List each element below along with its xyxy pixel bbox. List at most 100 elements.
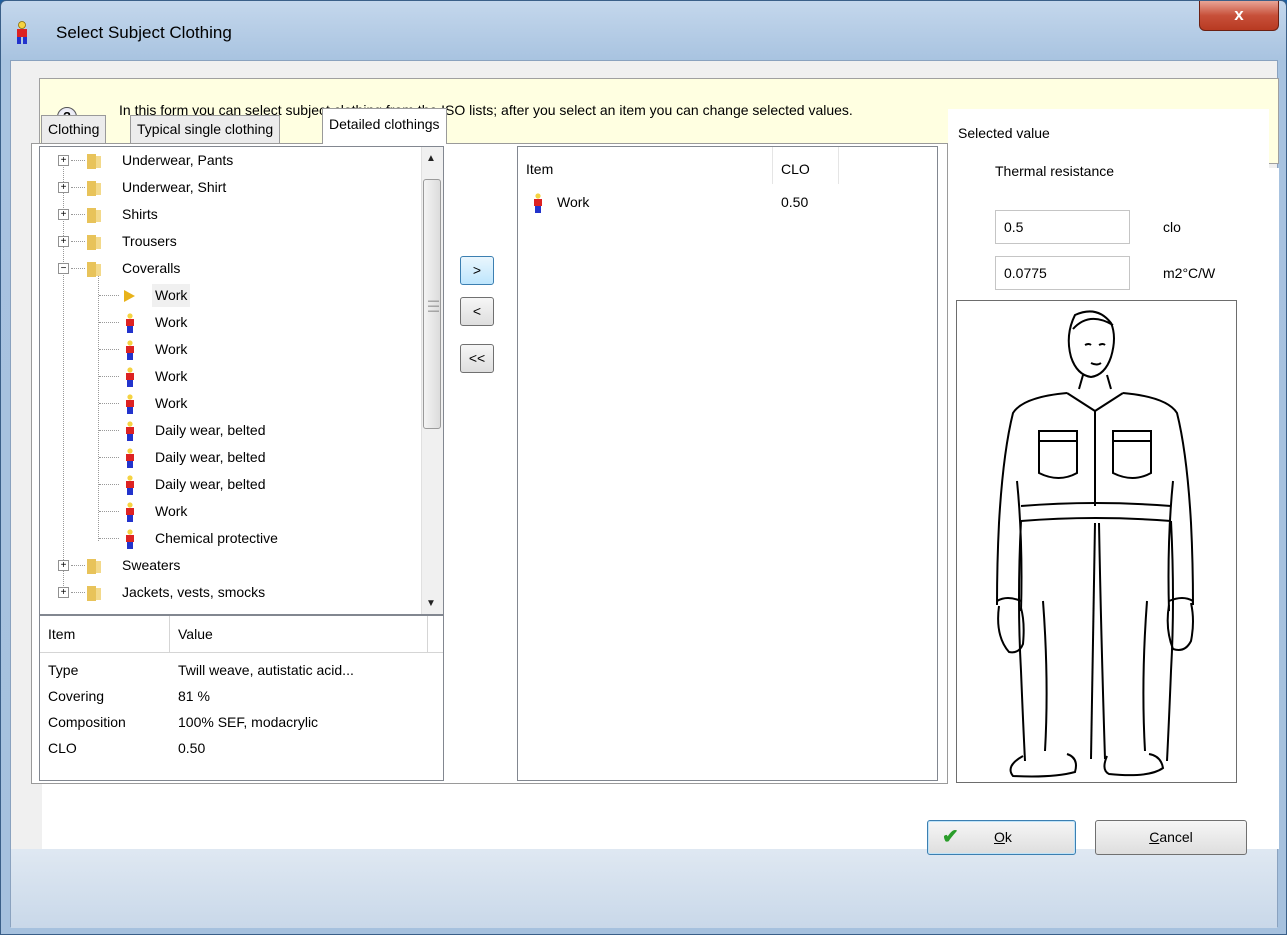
person-icon [126,340,134,360]
tree-item-work[interactable]: Work [40,336,420,363]
column-header-item[interactable]: Item [518,147,773,184]
details-grid: Item Value Type Twill weave, autistatic … [39,615,444,781]
selected-items-list[interactable]: Item CLO Work 0.50 [517,146,938,781]
person-icon [126,502,134,522]
add-item-button[interactable]: > [460,256,494,285]
person-icon [126,448,134,468]
tree-item-label: Daily wear, belted [155,449,266,465]
details-grid-header: Item Value [40,616,443,653]
list-cell-item: Work [557,194,590,210]
si-unit-label: m2°C/W [1163,265,1216,281]
tab-detailed-clothings[interactable]: Detailed clothings [322,108,447,144]
folder-icon [87,586,101,601]
checkmark-icon: ✔ [942,826,959,848]
expand-icon[interactable]: + [58,155,69,166]
person-icon [534,193,542,213]
tree-item-label: Shirts [122,206,158,222]
close-button[interactable]: x [1199,1,1279,31]
tree-item-label: Work [155,341,188,357]
remove-all-button[interactable]: << [460,344,494,373]
tree-item-coveralls[interactable]: − Coveralls [40,255,420,282]
tab-typical-single-clothing[interactable]: Typical single clothing [130,115,281,143]
tree-item-label: Underwear, Shirt [122,179,227,195]
window-title: Select Subject Clothing [56,23,232,42]
collapse-icon[interactable]: − [58,263,69,274]
tree-item-daily-wear-belted[interactable]: Daily wear, belted [40,444,420,471]
remove-item-button[interactable]: < [460,297,494,326]
person-icon [126,421,134,441]
column-header-value[interactable]: Value [170,616,428,653]
tree-item-work[interactable]: Work [40,363,420,390]
tree-item-jackets-vests-smocks[interactable]: + Jackets, vests, smocks [40,579,420,606]
tree-item-trousers[interactable]: + Trousers [40,228,420,255]
scroll-up-icon[interactable]: ▲ [426,153,436,164]
open-folder-icon [87,262,101,277]
ok-label: k [1004,829,1012,845]
clothing-picture [956,300,1237,783]
person-icon [126,475,134,495]
expand-icon[interactable]: + [58,182,69,193]
detail-value: Twill weave, autistatic acid... [178,662,354,678]
detail-key: Type [48,662,79,678]
tree-item-underwear-shirt[interactable]: + Underwear, Shirt [40,174,420,201]
list-row[interactable]: Work 0.50 [518,189,937,215]
cancel-button[interactable]: Cancel [1095,820,1247,855]
detail-key: Composition [48,714,126,730]
list-cell-clo: 0.50 [781,194,809,210]
tree-item-work-selected[interactable]: Work [40,282,420,309]
selected-arrow-icon [124,290,135,302]
tree-item-label: Work [152,284,191,307]
tree-item-label: Chemical protective [155,530,278,546]
tab-clothing[interactable]: Clothing [41,115,107,143]
expand-icon[interactable]: + [58,236,69,247]
tree-item-work[interactable]: Work [40,309,420,336]
detail-value: 100% SEF, modacrylic [178,714,319,730]
detail-key: Covering [48,688,105,704]
thermal-resistance-label: Thermal resistance [995,163,1115,179]
tree-item-daily-wear-belted[interactable]: Daily wear, belted [40,471,420,498]
expand-icon[interactable]: + [58,209,69,220]
clo-input[interactable]: 0.5 [995,210,1130,244]
si-resistance-input[interactable]: 0.0775 [995,256,1130,290]
tree-item-label: Underwear, Pants [122,152,234,168]
person-icon [126,367,134,387]
tree-item-daily-wear-belted[interactable]: Daily wear, belted [40,417,420,444]
tree-item-label: Work [155,395,188,411]
tree-item-chemical-protective[interactable]: Chemical protective [40,525,420,552]
person-icon [126,394,134,414]
coverall-figure-illustration [996,310,1194,778]
detail-key: CLO [48,740,77,756]
tree-item-shirts[interactable]: + Shirts [40,201,420,228]
folder-icon [87,235,101,250]
footer-band [11,849,1277,928]
tree-item-label: Work [155,314,188,330]
cancel-label: ancel [1159,829,1193,845]
folder-icon [87,208,101,223]
clothing-tree[interactable]: + Underwear, Pants + Underwear, Shirt + … [39,146,444,615]
selected-value-title: Selected value [958,125,1050,141]
tree-item-label: Work [155,368,188,384]
person-app-icon [17,21,27,44]
expand-icon[interactable]: + [58,560,69,571]
title-bar[interactable]: Select Subject Clothing x [1,1,1286,59]
tree-item-label: Work [155,503,188,519]
tree-item-work[interactable]: Work [40,498,420,525]
ok-button[interactable]: ✔ Ok [927,820,1076,855]
tree-item-label: Coveralls [122,260,181,276]
folder-icon [87,181,101,196]
tree-item-underwear-pants[interactable]: + Underwear, Pants [40,147,420,174]
cancel-mnemonic: C [1149,829,1160,845]
tree-item-sweaters[interactable]: + Sweaters [40,552,420,579]
column-header-clo[interactable]: CLO [773,147,839,184]
ok-mnemonic: O [994,829,1005,845]
tree-item-label: Daily wear, belted [155,476,266,492]
clo-unit-label: clo [1163,219,1181,235]
folder-icon [87,154,101,169]
tree-item-label: Sweaters [122,557,181,573]
person-icon [126,529,134,549]
tree-item-work[interactable]: Work [40,390,420,417]
expand-icon[interactable]: + [58,587,69,598]
column-header-item[interactable]: Item [40,616,170,653]
detail-value: 0.50 [178,740,206,756]
scroll-down-icon[interactable]: ▼ [426,598,436,609]
